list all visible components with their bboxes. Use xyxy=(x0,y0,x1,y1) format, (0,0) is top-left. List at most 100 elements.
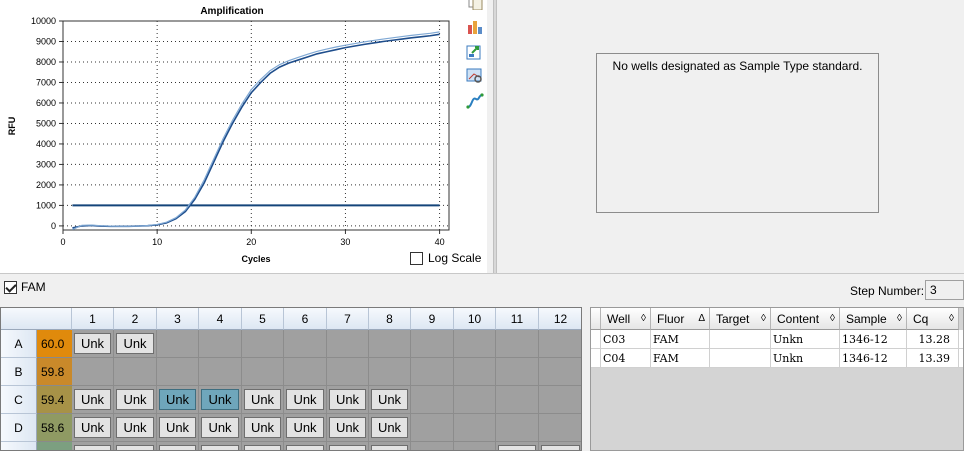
plate-well[interactable] xyxy=(539,358,581,386)
plate-well[interactable] xyxy=(369,330,411,358)
well-content-button[interactable]: Unk xyxy=(498,445,536,450)
plate-column-header[interactable]: 8 xyxy=(369,308,411,330)
curve-icon[interactable] xyxy=(466,93,484,109)
fam-checkbox[interactable] xyxy=(4,280,17,294)
well-content-button[interactable]: Unk xyxy=(329,417,366,438)
plate-well[interactable] xyxy=(411,414,454,442)
well-content-button[interactable]: Unk xyxy=(371,389,408,410)
plate-column-header[interactable]: 1 xyxy=(72,308,114,330)
plate-column-header[interactable]: 11 xyxy=(496,308,539,330)
plate-well[interactable] xyxy=(496,330,539,358)
plate-column-header[interactable]: 5 xyxy=(242,308,284,330)
plate-row-header[interactable]: B xyxy=(1,358,37,386)
plate-well[interactable]: Unk xyxy=(284,386,327,414)
plate-well[interactable] xyxy=(157,358,199,386)
plate-well[interactable] xyxy=(496,386,539,414)
well-content-button[interactable]: Unk xyxy=(371,417,408,438)
step-number-field[interactable]: 3 xyxy=(925,280,964,300)
plate-well[interactable] xyxy=(454,386,496,414)
plate-well[interactable] xyxy=(284,330,327,358)
plate-column-header[interactable]: 3 xyxy=(157,308,199,330)
well-content-button[interactable]: Unk xyxy=(329,445,366,450)
sort-icon[interactable]: ◊ xyxy=(641,308,646,330)
plate-well[interactable]: Unk xyxy=(496,442,539,450)
export-icon[interactable] xyxy=(466,44,484,60)
plate-well[interactable] xyxy=(411,330,454,358)
plate-well[interactable] xyxy=(369,358,411,386)
plate-well[interactable]: Unk xyxy=(242,414,284,442)
plate-well[interactable]: Unk xyxy=(327,442,369,450)
plate-well[interactable] xyxy=(539,330,581,358)
table-row[interactable]: C04 FAM Unkn 1346-12 13.39 xyxy=(591,349,963,368)
well-content-button[interactable]: Unk xyxy=(159,417,196,438)
plate-well[interactable]: Unk xyxy=(157,414,199,442)
well-content-button[interactable]: Unk xyxy=(159,445,196,450)
row-selector[interactable] xyxy=(591,330,601,349)
plate-well[interactable] xyxy=(327,358,369,386)
plate-well[interactable] xyxy=(72,358,114,386)
plate-well[interactable]: Unk xyxy=(72,414,114,442)
plate-column-header[interactable]: 7 xyxy=(327,308,369,330)
column-header-sample[interactable]: Sample ◊ xyxy=(840,308,907,330)
plate-well[interactable] xyxy=(199,358,242,386)
plate-well[interactable]: Unk xyxy=(539,442,581,450)
plate-well[interactable] xyxy=(242,330,284,358)
plate-well[interactable] xyxy=(114,358,157,386)
column-header-well[interactable]: Well ◊ xyxy=(601,308,651,330)
log-scale-toggle[interactable]: Log Scale xyxy=(410,251,481,265)
plate-well[interactable] xyxy=(284,358,327,386)
plate-column-header[interactable]: 10 xyxy=(454,308,496,330)
plate-row-header[interactable]: C xyxy=(1,386,37,414)
plate-well[interactable] xyxy=(411,386,454,414)
plate-well[interactable] xyxy=(157,330,199,358)
plate-well[interactable]: Unk xyxy=(284,414,327,442)
plate-row-header[interactable]: D xyxy=(1,414,37,442)
plate-well[interactable]: Unk xyxy=(157,442,199,450)
column-header-target[interactable]: Target ◊ xyxy=(710,308,771,330)
well-content-button[interactable]: Unk xyxy=(74,333,111,354)
plate-well[interactable] xyxy=(327,330,369,358)
plate-well[interactable] xyxy=(242,358,284,386)
well-content-button[interactable]: Unk xyxy=(116,333,154,354)
well-content-button[interactable]: Unk xyxy=(244,417,281,438)
well-content-button[interactable]: Unk xyxy=(201,445,239,450)
amplification-chart[interactable]: Amplification 0 10 20 30 40 0 1000 2000 3000 4000 5… xyxy=(0,0,487,273)
well-content-button[interactable]: Unk xyxy=(371,445,408,450)
column-header-fluor[interactable]: Fluor Δ xyxy=(651,308,710,330)
plate-well[interactable]: Unk xyxy=(114,414,157,442)
plate-well[interactable]: Unk xyxy=(369,414,411,442)
plate-column-header[interactable]: 2 xyxy=(114,308,157,330)
plate-well[interactable]: Unk xyxy=(199,442,242,450)
plate-well[interactable]: Unk xyxy=(114,442,157,450)
plate-well[interactable] xyxy=(496,358,539,386)
plate-well[interactable]: Unk xyxy=(242,386,284,414)
column-header-content[interactable]: Content ◊ xyxy=(771,308,840,330)
copy-icon[interactable] xyxy=(466,0,484,10)
plate-well[interactable] xyxy=(411,358,454,386)
plate-well[interactable]: Unk xyxy=(157,386,199,414)
plate-well[interactable]: Unk xyxy=(199,386,242,414)
well-content-button[interactable]: Unk xyxy=(74,417,111,438)
well-content-button[interactable]: Unk xyxy=(74,445,111,450)
well-content-button[interactable]: Unk xyxy=(116,445,154,450)
zoom-icon[interactable] xyxy=(466,68,484,84)
plate-well[interactable] xyxy=(199,330,242,358)
plate-well[interactable] xyxy=(454,414,496,442)
plate-well[interactable] xyxy=(411,442,454,450)
well-content-button[interactable]: Unk xyxy=(286,389,324,410)
sort-icon[interactable]: ◊ xyxy=(897,308,902,330)
table-row[interactable]: C03 FAM Unkn 1346-12 13.28 xyxy=(591,330,963,349)
plate-column-header[interactable]: 12 xyxy=(539,308,581,330)
sort-icon[interactable]: ◊ xyxy=(949,308,954,330)
plate-row-header[interactable]: A xyxy=(1,330,37,358)
plate-well[interactable] xyxy=(454,442,496,450)
plate-column-header[interactable]: 6 xyxy=(284,308,327,330)
plate-well[interactable]: Unk xyxy=(199,414,242,442)
well-content-button[interactable]: Unk xyxy=(329,389,366,410)
log-scale-checkbox[interactable] xyxy=(410,251,423,265)
plate-well[interactable] xyxy=(454,330,496,358)
well-content-button[interactable]: Unk xyxy=(201,389,239,410)
plate-corner[interactable] xyxy=(1,308,72,330)
well-content-button[interactable]: Unk xyxy=(159,389,196,410)
plate-well[interactable]: Unk xyxy=(72,386,114,414)
